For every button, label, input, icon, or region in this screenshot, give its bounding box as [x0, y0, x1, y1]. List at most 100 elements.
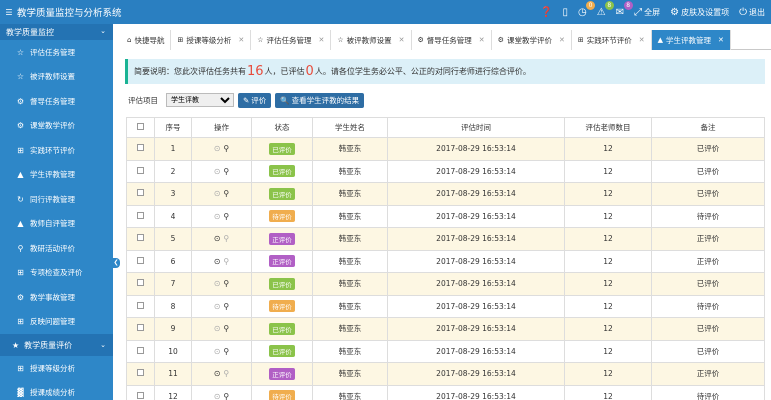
teacher-count: 12 — [564, 204, 652, 228]
search-icon[interactable]: ⚲ — [223, 302, 229, 311]
close-icon[interactable]: ✕ — [559, 36, 565, 44]
check-circle-icon[interactable]: ⊙ — [214, 279, 221, 288]
close-icon[interactable]: ✕ — [718, 36, 724, 44]
teacher-count: 12 — [564, 227, 652, 251]
close-icon[interactable]: ✕ — [399, 36, 405, 44]
select-all-header[interactable] — [126, 117, 155, 138]
sidebar-item[interactable]: ⊞ 授课等级分析 — [0, 356, 113, 381]
star-outline-icon: ☆ — [257, 36, 264, 44]
sidebar-item[interactable]: ↻ 同行评教管理 — [0, 187, 113, 212]
tab[interactable]: ⌂ 快捷导航 — [121, 30, 172, 50]
row-actions: ⊙ ⚲ — [191, 227, 252, 251]
sidebar-section-quality-monitoring[interactable]: 教学质量监控 ⌄ — [0, 24, 113, 40]
sidebar-item[interactable]: ☆ 被评教师设置 — [0, 65, 113, 90]
tab[interactable]: ⚙ 课堂教学评价 ✕ — [491, 30, 572, 50]
row-checkbox[interactable] — [137, 256, 144, 264]
tab[interactable]: ⊞ 实践环节评价 ✕ — [571, 30, 652, 50]
check-circle-icon[interactable]: ⊙ — [214, 144, 221, 153]
row-checkbox[interactable] — [137, 301, 144, 309]
row-actions: ⊙ ⚲ — [191, 272, 252, 296]
student-name: 韩亚东 — [312, 204, 388, 228]
row-checkbox[interactable] — [137, 189, 144, 197]
tab[interactable]: ☆ 评估任务管理 ✕ — [251, 30, 332, 50]
check-circle-icon[interactable]: ⊙ — [214, 257, 221, 266]
gear-icon: ⚙ — [16, 121, 25, 131]
home-icon: ⌂ — [127, 36, 132, 44]
tab[interactable]: ▲ 学生评教管理 ✕ — [651, 30, 731, 50]
row-checkbox[interactable] — [137, 324, 144, 332]
sidebar-item[interactable]: ▲ 教师自评管理 — [0, 212, 113, 237]
sidebar-item[interactable]: ⚙ 督导任务管理 — [0, 89, 113, 114]
sidebar-collapse-toggle[interactable]: ❮ — [112, 258, 120, 268]
select-all-checkbox[interactable] — [137, 123, 144, 130]
check-circle-icon[interactable]: ⊙ — [214, 234, 221, 243]
row-checkbox[interactable] — [137, 166, 144, 174]
student-name: 韩亚东 — [312, 249, 388, 273]
check-circle-icon[interactable]: ⊙ — [214, 347, 221, 356]
search-icon[interactable]: ⚲ — [223, 369, 229, 378]
mail-button[interactable]: ✉ 8 — [616, 0, 633, 24]
tab-label: 被评教师设置 — [346, 35, 392, 45]
search-icon[interactable]: ⚲ — [223, 189, 229, 198]
help-button[interactable]: ❓ — [540, 0, 552, 24]
check-circle-icon[interactable]: ⊙ — [214, 212, 221, 221]
check-circle-icon[interactable]: ⊙ — [214, 167, 221, 176]
row-actions: ⊙ ⚲ — [191, 339, 252, 363]
tab[interactable]: ☆ 被评教师设置 ✕ — [331, 30, 412, 50]
mobile-button[interactable]: ▯ — [563, 0, 569, 24]
fullscreen-button[interactable]: ⤢ 全屏 — [634, 0, 660, 24]
table-row: 2 ⊙ ⚲ 已评价 韩亚东 2017-08-29 16:53:14 12 已评价 — [126, 159, 765, 183]
sidebar-item[interactable]: ☆ 评估任务管理 — [0, 40, 113, 65]
close-icon[interactable]: ✕ — [639, 36, 645, 44]
search-icon[interactable]: ⚲ — [223, 324, 229, 333]
search-icon[interactable]: ⚲ — [223, 257, 229, 266]
sidebar-item[interactable]: ⚙ 教学事故管理 — [0, 285, 113, 310]
teacher-count: 12 — [564, 294, 652, 318]
status-badge: 已评价 — [269, 165, 295, 178]
sidebar-item[interactable]: ⊞ 反映问题管理 — [0, 310, 113, 335]
sidebar-item[interactable]: ▓ 授课成绩分析 — [0, 381, 113, 400]
close-icon[interactable]: ✕ — [479, 36, 485, 44]
row-checkbox[interactable] — [137, 279, 144, 287]
row-checkbox[interactable] — [137, 346, 144, 354]
teacher-count: 12 — [564, 159, 652, 183]
tab[interactable]: ⊞ 授课等级分析 ✕ — [171, 30, 252, 50]
row-number: 12 — [154, 384, 192, 400]
sidebar-item[interactable]: ▲ 学生评教管理 — [0, 163, 113, 188]
sidebar-item[interactable]: ⚲ 教研活动评价 — [0, 236, 113, 261]
row-checkbox[interactable] — [137, 144, 144, 152]
search-icon[interactable]: ⚲ — [223, 144, 229, 153]
row-checkbox[interactable] — [137, 211, 144, 219]
teacher-count: 12 — [564, 182, 652, 206]
search-icon[interactable]: ⚲ — [223, 392, 229, 400]
search-icon[interactable]: ⚲ — [223, 279, 229, 288]
evaluate-button[interactable]: ✎ 评价 — [238, 92, 272, 108]
check-circle-icon[interactable]: ⊙ — [214, 189, 221, 198]
row-checkbox[interactable] — [137, 369, 144, 377]
sidebar-item[interactable]: ⊞ 实践环节评价 — [0, 138, 113, 163]
evaluation-project-select[interactable]: 学生评教 — [166, 93, 234, 107]
sidebar-section-quality-evaluation[interactable]: ★ 教学质量评价 ⌄ — [0, 334, 113, 356]
check-circle-icon[interactable]: ⊙ — [214, 392, 221, 400]
row-checkbox[interactable] — [137, 234, 144, 242]
messages-button[interactable]: ◷ 0 — [578, 0, 596, 24]
search-icon[interactable]: ⚲ — [223, 234, 229, 243]
student-name: 韩亚东 — [312, 384, 388, 400]
search-icon[interactable]: ⚲ — [223, 347, 229, 356]
check-circle-icon[interactable]: ⊙ — [214, 324, 221, 333]
notice-banner: 简要说明：您此次评估任务共有 16 人，已评估 0 人。请各位学生务必公平、公正… — [125, 59, 765, 84]
notifications-button[interactable]: ⚠ 8 — [597, 0, 614, 24]
sidebar-item[interactable]: ⊞ 专项检查及评价 — [0, 261, 113, 286]
close-icon[interactable]: ✕ — [318, 36, 324, 44]
logout-button[interactable]: ⏻ 退出 — [739, 0, 765, 24]
search-icon[interactable]: ⚲ — [223, 212, 229, 221]
search-icon[interactable]: ⚲ — [223, 167, 229, 176]
row-checkbox[interactable] — [137, 391, 144, 399]
skin-settings-button[interactable]: ⚙ 皮肤及设置项 — [670, 0, 729, 24]
check-circle-icon[interactable]: ⊙ — [214, 302, 221, 311]
view-results-button[interactable]: 🔍 查看学生评教的结果 — [275, 92, 365, 108]
close-icon[interactable]: ✕ — [238, 36, 244, 44]
check-circle-icon[interactable]: ⊙ — [214, 369, 221, 378]
tab[interactable]: ⚙ 督导任务管理 ✕ — [411, 30, 492, 50]
sidebar-item[interactable]: ⚙ 课堂教学评价 — [0, 114, 113, 139]
